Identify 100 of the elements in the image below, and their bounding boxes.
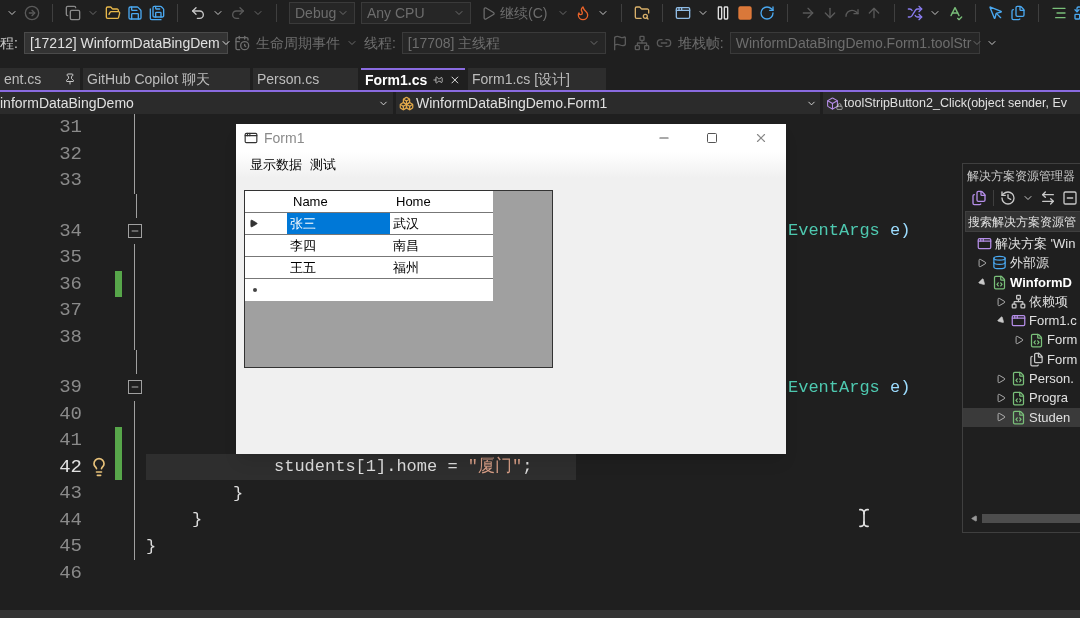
- files-icon: [1029, 351, 1044, 367]
- editor-tab[interactable]: Form1.cs [设计]: [468, 68, 606, 90]
- code-file-icon: [1029, 332, 1044, 348]
- navigate-forward-icon[interactable]: [24, 5, 40, 21]
- tree-item[interactable]: 解决方案 'Win: [963, 234, 1080, 254]
- save-icon[interactable]: [127, 5, 143, 21]
- shuffle-icon[interactable]: [907, 5, 924, 21]
- expander-icon[interactable]: [996, 296, 1006, 307]
- stack-frame-label: 堆栈帧:: [677, 33, 724, 53]
- cube-icon: [826, 96, 839, 110]
- line-number: 35: [58, 245, 82, 270]
- column-header[interactable]: Name: [287, 191, 390, 212]
- pointer-icon[interactable]: [988, 5, 1005, 21]
- project-dropdown[interactable]: informDataBingDemo: [0, 92, 393, 114]
- grid-cell[interactable]: 王五: [287, 257, 390, 278]
- line-number: 36: [58, 271, 82, 297]
- collapse-icon[interactable]: [1062, 190, 1078, 206]
- tree-item[interactable]: Person.: [963, 369, 1080, 389]
- tree-item[interactable]: Studen: [963, 407, 1080, 427]
- line-number: 39: [58, 375, 82, 400]
- process-label: 程:: [0, 33, 18, 53]
- grid-cell[interactable]: 南昌: [390, 235, 493, 256]
- code-file-icon: [1011, 390, 1026, 406]
- folder-search-icon[interactable]: [634, 5, 651, 21]
- process-dropdown[interactable]: [17212] WinformDataBingDem: [23, 32, 228, 54]
- tree-item[interactable]: 外部源: [963, 253, 1080, 273]
- app-icon: [244, 131, 258, 145]
- solution-icon: [977, 236, 992, 252]
- search-field[interactable]: 搜索解决方案资源管: [965, 211, 1080, 232]
- column-header[interactable]: Home: [390, 191, 493, 212]
- network-icon: [1011, 294, 1026, 310]
- expander-icon[interactable]: [996, 412, 1006, 423]
- swap-icon[interactable]: [1040, 190, 1056, 206]
- editor-tab[interactable]: ent.cs: [0, 68, 80, 90]
- undo-icon[interactable]: [190, 5, 206, 21]
- pin-icon[interactable]: [432, 75, 445, 85]
- calendar-icon[interactable]: [233, 35, 250, 51]
- flag-icon[interactable]: [611, 35, 628, 51]
- tree-item[interactable]: Form1.c: [963, 311, 1080, 331]
- code-text: }: [233, 482, 244, 505]
- tree-item[interactable]: Progra: [963, 388, 1080, 408]
- line-number: 33: [58, 168, 82, 193]
- line-number: 34: [58, 218, 82, 244]
- spell-check-icon[interactable]: [947, 5, 964, 21]
- line-number: 45: [58, 534, 82, 559]
- align-right-icon[interactable]: [1051, 5, 1068, 21]
- line-number: 32: [58, 141, 82, 167]
- network-icon[interactable]: [633, 35, 650, 51]
- scrollbar-thumb[interactable]: [982, 513, 1080, 523]
- code-text: students[1].home = "厦门";: [274, 455, 533, 478]
- menu-item[interactable]: 测试: [310, 155, 336, 175]
- grid-cell[interactable]: 李四: [287, 235, 390, 256]
- lock-icon: [836, 102, 843, 110]
- line-number: 46: [58, 560, 82, 586]
- folder-icon[interactable]: [105, 5, 121, 21]
- line-number: 43: [58, 481, 82, 506]
- code-text: }: [192, 509, 203, 531]
- code-file-icon: [1011, 371, 1026, 387]
- pin-icon[interactable]: [64, 73, 76, 85]
- restart-icon[interactable]: [759, 5, 776, 21]
- window-icon[interactable]: [675, 5, 692, 21]
- files-icon[interactable]: [1010, 5, 1027, 21]
- grid-cell[interactable]: 福州: [390, 257, 493, 278]
- code-file-icon: [1011, 409, 1026, 425]
- type-dropdown[interactable]: WinformDataBingDemo.Form1: [396, 92, 820, 114]
- new-row-marker: [253, 288, 257, 292]
- expander-icon[interactable]: [1014, 335, 1024, 346]
- line-number: 37: [58, 298, 82, 323]
- maximize-icon[interactable]: [706, 132, 718, 144]
- window-icon: [1011, 313, 1026, 329]
- line-number: 42: [58, 454, 82, 480]
- line-number: 41: [58, 428, 82, 453]
- tree-item[interactable]: Form: [963, 349, 1080, 370]
- tree-item[interactable]: 依赖项: [963, 291, 1080, 312]
- grid-cell[interactable]: 张三: [287, 213, 390, 234]
- expanded-icon[interactable]: [996, 315, 1006, 326]
- stop-icon[interactable]: [737, 5, 754, 21]
- database-icon: [992, 255, 1007, 271]
- code-text: EventArgs e): [788, 376, 911, 399]
- expanded-icon[interactable]: [977, 277, 987, 288]
- expander-icon[interactable]: [996, 373, 1006, 384]
- expander-icon[interactable]: [996, 393, 1006, 403]
- editor-tab[interactable]: GitHub Copilot 聊天: [83, 68, 250, 90]
- line-number: 40: [58, 401, 82, 427]
- grid-cell[interactable]: 武汉: [390, 213, 493, 234]
- menu-item[interactable]: 显示数据: [250, 155, 302, 175]
- member-dropdown[interactable]: toolStripButton2_Click(object sender, Ev: [823, 92, 1080, 114]
- history-icon[interactable]: [1000, 190, 1016, 206]
- files-icon[interactable]: [971, 190, 987, 206]
- class-icon: [399, 95, 414, 111]
- save-all-icon[interactable]: [149, 5, 165, 21]
- tree-item[interactable]: Form: [963, 330, 1080, 350]
- scroll-left-icon[interactable]: [971, 514, 978, 522]
- editor-tab[interactable]: Person.cs: [253, 68, 358, 90]
- tree-item[interactable]: WinformD: [963, 272, 1080, 292]
- copy-icon[interactable]: [65, 5, 81, 21]
- close-icon[interactable]: [449, 73, 461, 87]
- thread-label: 线程:: [363, 33, 396, 53]
- play-icon: [481, 5, 496, 21]
- expander-icon[interactable]: [977, 257, 987, 268]
